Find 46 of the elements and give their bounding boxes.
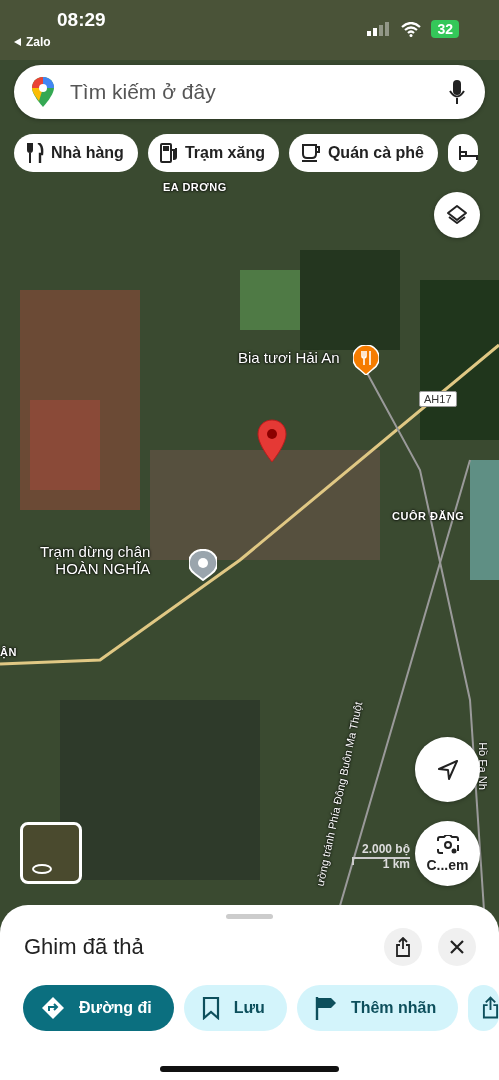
category-chip[interactable]: Nhà hàng (14, 134, 138, 172)
place-label: Trạm dừng chân HOÀN NGHĨA (40, 544, 151, 577)
wifi-icon (401, 21, 422, 37)
road-number: AH17 (419, 391, 457, 407)
search-field[interactable]: Tìm kiếm ở đây (68, 79, 435, 105)
place-pin-icon[interactable] (189, 549, 217, 581)
sheet-title: Ghim đã thả (24, 934, 145, 960)
share-icon (395, 937, 411, 957)
share-button[interactable] (468, 985, 499, 1031)
signal-icon (367, 22, 392, 36)
close-button[interactable] (438, 928, 476, 966)
add-label-button[interactable]: Thêm nhãn (296, 985, 459, 1031)
area-label: EA DRƠNG (163, 181, 227, 193)
area-label: ẬN (0, 646, 17, 658)
street-view-thumbnail[interactable] (20, 822, 82, 884)
microphone-icon[interactable] (449, 80, 465, 104)
directions-icon (41, 996, 65, 1020)
rotate-icon (31, 863, 53, 875)
map-pin-logo-icon (32, 77, 54, 107)
save-button[interactable]: Lưu (183, 985, 287, 1031)
category-chip[interactable]: Trạm xăng (147, 134, 279, 172)
fork-knife-icon (26, 143, 44, 163)
restaurant-pin-icon[interactable] (353, 345, 379, 375)
drag-handle[interactable] (226, 914, 273, 919)
battery-level: 32 (431, 20, 459, 38)
map-scale: 2.000 bộ 1 km (352, 842, 410, 872)
fuel-pump-icon (159, 143, 178, 163)
share-button[interactable] (384, 928, 422, 966)
back-to-app-link[interactable]: Zalo (14, 35, 51, 49)
directions-button[interactable]: Đường đi (23, 985, 174, 1031)
road-label: Hồ Ea Nh (476, 742, 489, 790)
navigation-arrow-icon (436, 758, 459, 781)
place-label: Bia tươi Hải An (238, 349, 340, 366)
camera-icon (436, 834, 459, 855)
search-bar[interactable]: Tìm kiếm ở đây (14, 65, 485, 119)
area-label: CUÔR ĐĂNG (392, 510, 465, 522)
coffee-cup-icon (300, 143, 321, 163)
share-icon (482, 996, 499, 1020)
back-arrow-icon (14, 38, 22, 46)
close-icon (449, 939, 465, 955)
category-chip[interactable]: Quán cà phê (288, 134, 438, 172)
flag-icon (314, 996, 337, 1020)
layers-icon (445, 203, 469, 227)
bed-icon (457, 145, 478, 161)
bookmark-icon (201, 996, 220, 1020)
status-time: 08:29 (57, 9, 106, 31)
